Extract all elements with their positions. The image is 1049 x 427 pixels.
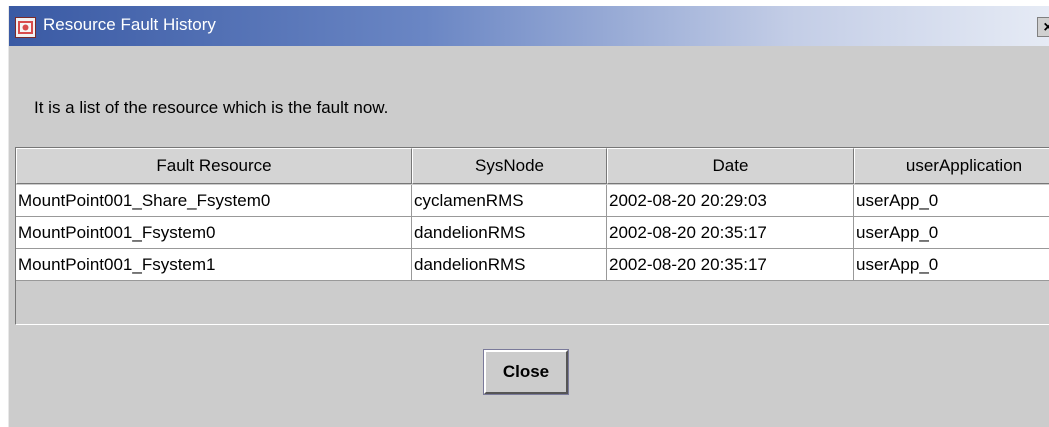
table-body: MountPoint001_Share_Fsystem0 cyclamenRMS… (16, 185, 1049, 281)
info-message: It is a list of the resource which is th… (34, 98, 389, 117)
cell-sysnode: dandelionRMS (412, 249, 607, 281)
cell-date: 2002-08-20 20:29:03 (607, 185, 854, 217)
column-header-userapplication[interactable]: userApplication (854, 148, 1049, 184)
column-header-sysnode[interactable]: SysNode (412, 148, 607, 184)
cell-userapplication: userApp_0 (854, 217, 1049, 249)
table-row[interactable]: MountPoint001_Fsystem0 dandelionRMS 2002… (16, 217, 1049, 249)
cell-sysnode: dandelionRMS (412, 217, 607, 249)
cell-userapplication: userApp_0 (854, 185, 1049, 217)
window-title: Resource Fault History (43, 15, 216, 34)
close-button[interactable]: Close (483, 349, 569, 395)
title-bar[interactable]: Resource Fault History × (9, 6, 1049, 46)
cell-fault-resource: MountPoint001_Fsystem1 (16, 249, 412, 281)
cell-sysnode: cyclamenRMS (412, 185, 607, 217)
resource-fault-history-window: Resource Fault History × It is a list of… (8, 6, 1049, 427)
table-row[interactable]: MountPoint001_Share_Fsystem0 cyclamenRMS… (16, 185, 1049, 217)
close-icon[interactable]: × (1037, 17, 1049, 37)
table-row[interactable]: MountPoint001_Fsystem1 dandelionRMS 2002… (16, 249, 1049, 281)
cell-date: 2002-08-20 20:35:17 (607, 217, 854, 249)
cell-userapplication: userApp_0 (854, 249, 1049, 281)
cell-date: 2002-08-20 20:35:17 (607, 249, 854, 281)
app-icon (15, 17, 36, 38)
fault-table: Fault Resource SysNode Date userApplicat… (15, 147, 1049, 325)
cell-fault-resource: MountPoint001_Share_Fsystem0 (16, 185, 412, 217)
table-header: Fault Resource SysNode Date userApplicat… (16, 148, 1049, 184)
cell-fault-resource: MountPoint001_Fsystem0 (16, 217, 412, 249)
column-header-date[interactable]: Date (607, 148, 854, 184)
column-header-fault-resource[interactable]: Fault Resource (16, 148, 412, 184)
